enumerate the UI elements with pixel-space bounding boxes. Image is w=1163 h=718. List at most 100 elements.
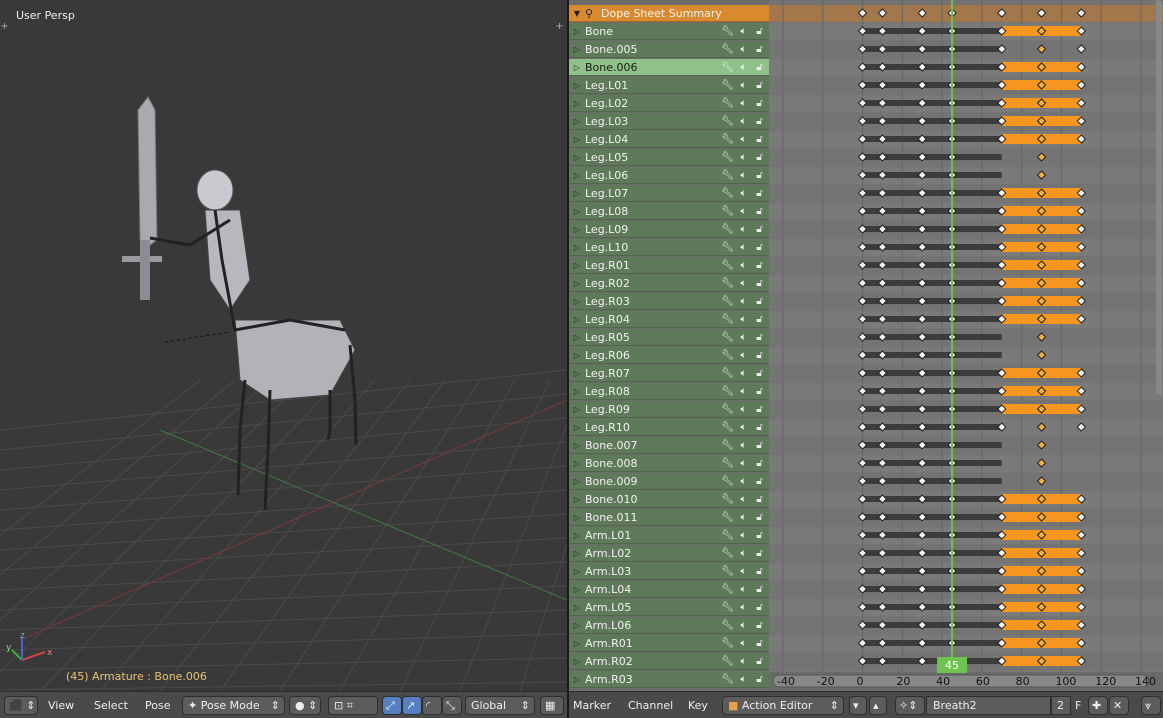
mute-speaker-icon[interactable]: 🔈︎	[737, 170, 750, 181]
lock-icon[interactable]: 🔓︎	[753, 332, 766, 343]
modifier-wrench-icon[interactable]: 🔧︎	[721, 530, 734, 541]
modifier-wrench-icon[interactable]: 🔧︎	[721, 188, 734, 199]
modifier-wrench-icon[interactable]: 🔧︎	[721, 440, 734, 451]
channel-row[interactable]: ▷ Bone.005 🔧︎ 🔈︎ 🔓︎	[569, 41, 769, 58]
lock-icon[interactable]: 🔓︎	[753, 260, 766, 271]
expand-triangle-icon[interactable]: ▷	[569, 153, 585, 162]
mute-speaker-icon[interactable]: 🔈︎	[737, 656, 750, 667]
channel-row[interactable]: ▷ Leg.R02 🔧︎ 🔈︎ 🔓︎	[569, 275, 769, 292]
expand-triangle-icon[interactable]: ▷	[569, 99, 585, 108]
lock-icon[interactable]: 🔓︎	[753, 638, 766, 649]
expand-triangle-icon[interactable]: ▷	[569, 369, 585, 378]
modifier-wrench-icon[interactable]: 🔧︎	[721, 242, 734, 253]
modifier-wrench-icon[interactable]: 🔧︎	[721, 386, 734, 397]
modifier-wrench-icon[interactable]: 🔧︎	[721, 332, 734, 343]
expand-triangle-icon[interactable]: ▷	[569, 45, 585, 54]
channel-row[interactable]: ▷ Leg.L09 🔧︎ 🔈︎ 🔓︎	[569, 221, 769, 238]
modifier-wrench-icon[interactable]: 🔧︎	[721, 314, 734, 325]
modifier-wrench-icon[interactable]: 🔧︎	[721, 638, 734, 649]
mute-speaker-icon[interactable]: 🔈︎	[737, 332, 750, 343]
mute-speaker-icon[interactable]: 🔈︎	[737, 602, 750, 613]
mute-speaker-icon[interactable]: 🔈︎	[737, 404, 750, 415]
mute-speaker-icon[interactable]: 🔈︎	[737, 224, 750, 235]
mute-speaker-icon[interactable]: 🔈︎	[737, 566, 750, 577]
channel-row[interactable]: ▷ Leg.R01 🔧︎ 🔈︎ 🔓︎	[569, 257, 769, 274]
rotate-manipulator-icon[interactable]: ◜	[422, 696, 442, 715]
lock-icon[interactable]: 🔓︎	[753, 296, 766, 307]
channel-row[interactable]: ▷ Arm.L04 🔧︎ 🔈︎ 🔓︎	[569, 581, 769, 598]
channel-row[interactable]: ▷ Bone.008 🔧︎ 🔈︎ 🔓︎	[569, 455, 769, 472]
lock-icon[interactable]: 🔓︎	[753, 404, 766, 415]
lock-icon[interactable]: 🔓︎	[753, 188, 766, 199]
channel-row[interactable]: ▷ Bone.010 🔧︎ 🔈︎ 🔓︎	[569, 491, 769, 508]
modifier-wrench-icon[interactable]: 🔧︎	[721, 98, 734, 109]
modifier-wrench-icon[interactable]: 🔧︎	[721, 674, 734, 685]
mute-speaker-icon[interactable]: 🔈︎	[737, 62, 750, 73]
modifier-wrench-icon[interactable]: 🔧︎	[721, 206, 734, 217]
pivot-select[interactable]: ⊡ ⌗	[328, 696, 378, 715]
modifier-wrench-icon[interactable]: 🔧︎	[721, 152, 734, 163]
modifier-wrench-icon[interactable]: 🔧︎	[721, 296, 734, 307]
menu-view[interactable]: View	[48, 697, 74, 714]
editor-type-button[interactable]: ⬛ ⇕	[4, 696, 38, 715]
mute-speaker-icon[interactable]: 🔈︎	[737, 584, 750, 595]
modifier-wrench-icon[interactable]: 🔧︎	[721, 44, 734, 55]
expand-triangle-icon[interactable]: ▷	[569, 531, 585, 540]
manipulator-toggle-icon[interactable]: ⤢	[382, 696, 402, 715]
mute-speaker-icon[interactable]: 🔈︎	[737, 116, 750, 127]
expand-triangle-icon[interactable]: ▷	[569, 621, 585, 630]
lock-icon[interactable]: 🔓︎	[753, 98, 766, 109]
channel-row[interactable]: ▷ Leg.L10 🔧︎ 🔈︎ 🔓︎	[569, 239, 769, 256]
modifier-wrench-icon[interactable]: 🔧︎	[721, 350, 734, 361]
lock-icon[interactable]: 🔓︎	[753, 440, 766, 451]
mode-select[interactable]: ✦ Pose Mode ⇕	[182, 696, 285, 715]
menu-select[interactable]: Select	[94, 697, 128, 714]
editor-mode-select[interactable]: ■ Action Editor ⇕	[722, 696, 844, 715]
menu-channel[interactable]: Channel	[628, 697, 673, 714]
channel-row[interactable]: ▷ Leg.L06 🔧︎ 🔈︎ 🔓︎	[569, 167, 769, 184]
channel-row[interactable]: ▷ Arm.L06 🔧︎ 🔈︎ 🔓︎	[569, 617, 769, 634]
channel-row[interactable]: ▷ Arm.R02 🔧︎ 🔈︎ 🔓︎	[569, 653, 769, 670]
channel-row[interactable]: ▷ Arm.R03 🔧︎ 🔈︎ 🔓︎	[569, 671, 769, 688]
channel-row[interactable]: ▷ Arm.L02 🔧︎ 🔈︎ 🔓︎	[569, 545, 769, 562]
lock-icon[interactable]: 🔓︎	[753, 242, 766, 253]
mute-speaker-icon[interactable]: 🔈︎	[737, 152, 750, 163]
expand-triangle-icon[interactable]: ▷	[569, 189, 585, 198]
dope-sheet-summary-row[interactable]: ▼ ⚲ Dope Sheet Summary	[569, 5, 769, 22]
channel-row[interactable]: ▷ Leg.R07 🔧︎ 🔈︎ 🔓︎	[569, 365, 769, 382]
modifier-wrench-icon[interactable]: 🔧︎	[721, 656, 734, 667]
modifier-wrench-icon[interactable]: 🔧︎	[721, 458, 734, 469]
lock-icon[interactable]: 🔓︎	[753, 170, 766, 181]
mute-speaker-icon[interactable]: 🔈︎	[737, 350, 750, 361]
keyframe-area[interactable]: -40 -20 0 20 40 60 80 100 120 140 45	[769, 0, 1163, 691]
mute-speaker-icon[interactable]: 🔈︎	[737, 26, 750, 37]
expand-triangle-icon[interactable]: ▷	[569, 387, 585, 396]
unlink-action-icon[interactable]: ✕	[1109, 696, 1129, 715]
new-action-icon[interactable]: ✚	[1088, 696, 1108, 715]
mute-speaker-icon[interactable]: 🔈︎	[737, 242, 750, 253]
modifier-wrench-icon[interactable]: 🔧︎	[721, 170, 734, 181]
channel-row[interactable]: ▷ Bone 🔧︎ 🔈︎ 🔓︎	[569, 23, 769, 40]
expand-triangle-icon[interactable]: ▷	[569, 657, 585, 666]
filter-collapse-icon[interactable]: ⩔	[1141, 696, 1161, 715]
expand-triangle-icon[interactable]: ▷	[569, 567, 585, 576]
layers-icon[interactable]: ▦	[540, 696, 564, 715]
modifier-wrench-icon[interactable]: 🔧︎	[721, 620, 734, 631]
lock-icon[interactable]: 🔓︎	[753, 134, 766, 145]
mute-speaker-icon[interactable]: 🔈︎	[737, 260, 750, 271]
mute-speaker-icon[interactable]: 🔈︎	[737, 512, 750, 523]
lock-icon[interactable]: 🔓︎	[753, 476, 766, 487]
expand-triangle-icon[interactable]: ▷	[569, 549, 585, 558]
expand-triangle-icon[interactable]: ▷	[569, 639, 585, 648]
channel-row[interactable]: ▷ Leg.R03 🔧︎ 🔈︎ 🔓︎	[569, 293, 769, 310]
menu-key[interactable]: Key	[688, 697, 708, 714]
lock-icon[interactable]: 🔓︎	[753, 44, 766, 55]
scale-manipulator-icon[interactable]: ⤡	[442, 696, 462, 715]
orientation-select[interactable]: Global ⇕	[465, 696, 535, 715]
mute-speaker-icon[interactable]: 🔈︎	[737, 638, 750, 649]
channel-row[interactable]: ▷ Leg.R06 🔧︎ 🔈︎ 🔓︎	[569, 347, 769, 364]
mute-speaker-icon[interactable]: 🔈︎	[737, 296, 750, 307]
fake-user-toggle[interactable]: F	[1075, 697, 1081, 714]
mute-speaker-icon[interactable]: 🔈︎	[737, 278, 750, 289]
action-browse-icon[interactable]: ✧⇕	[895, 696, 925, 715]
